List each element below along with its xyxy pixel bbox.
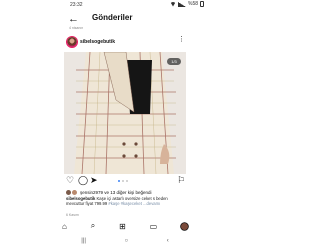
back-chevron-icon[interactable]: ‹ (167, 238, 169, 244)
header: ← Gönderiler (0, 10, 250, 28)
home-icon[interactable]: ⌂ (62, 222, 67, 231)
status-icons: %58 (170, 1, 205, 7)
signal-icon (178, 1, 186, 7)
likes-text: şensin2979 ve 13 diğer kişi beğendi (80, 190, 152, 195)
status-time: 23:32 (70, 2, 83, 8)
add-post-icon[interactable]: ⊞ (119, 222, 126, 231)
bookmark-icon[interactable]: ⚐ (177, 176, 185, 185)
likes-row[interactable]: şensin2979 ve 13 diğer kişi beğendi (66, 189, 152, 196)
post-image[interactable] (64, 52, 186, 174)
header-subtitle: 4 nisanın (69, 26, 84, 30)
avatar[interactable] (67, 37, 77, 47)
more-vertical-icon[interactable]: ⋮ (178, 36, 185, 44)
back-arrow-icon[interactable]: ← (68, 13, 80, 25)
heart-icon[interactable]: ♡ (66, 176, 74, 185)
battery-text: %58 (188, 1, 199, 7)
caption-tags[interactable]: #kaşe #kaşeceket ...devamı (108, 201, 160, 206)
post-date: 6 Kasım (66, 213, 79, 217)
liker-avatar (71, 189, 78, 196)
search-icon[interactable]: ⌕ (91, 221, 95, 231)
shop-icon[interactable]: ▭ (150, 222, 158, 231)
share-icon[interactable]: ➤ (90, 176, 98, 185)
battery-icon (200, 1, 205, 7)
recent-apps-icon[interactable]: ||| (81, 238, 86, 244)
post-username[interactable]: sibelsogebutik (80, 39, 115, 45)
carousel-dot (126, 180, 128, 182)
bottom-nav: ⌂ ⌕ ⊞ ▭ (62, 219, 188, 233)
system-nav: ||| ○ ‹ (62, 236, 188, 246)
comment-icon[interactable]: ◯ (78, 176, 88, 185)
status-bar: 23:32 %58 (0, 0, 250, 10)
page-title: Gönderiler (92, 13, 133, 22)
post-caption: sibelsogebutik Kaşe içi astarlı oversize… (66, 196, 186, 206)
jacket-photo (64, 52, 186, 174)
profile-avatar[interactable] (180, 222, 188, 230)
home-circle-icon[interactable]: ○ (125, 238, 129, 244)
wifi-icon (170, 1, 176, 7)
carousel-dot (122, 180, 124, 182)
carousel-dot (118, 180, 120, 182)
carousel-dots (118, 180, 128, 182)
image-counter: 1/3 (167, 58, 181, 65)
